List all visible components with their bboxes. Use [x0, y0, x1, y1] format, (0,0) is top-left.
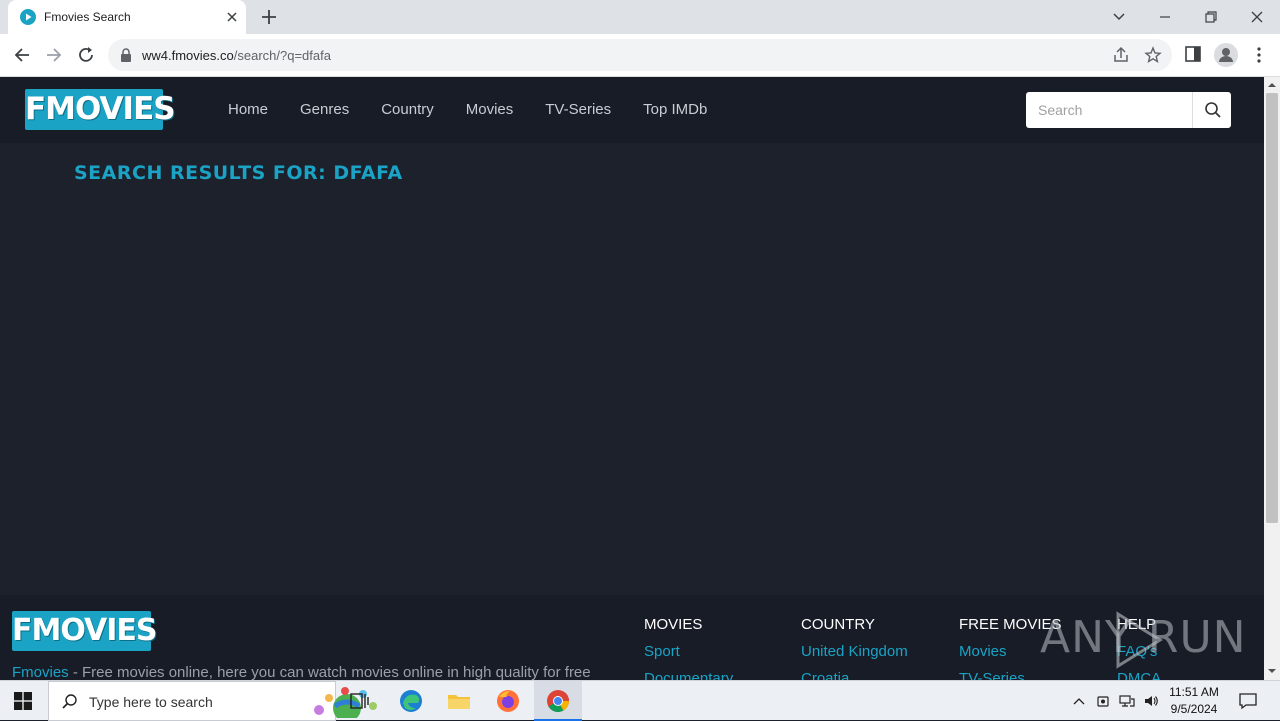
site-logo[interactable]: FMOVIES: [25, 89, 176, 130]
url-host: ww4.fmovies.co: [142, 48, 234, 63]
search-icon: [1205, 102, 1221, 118]
scroll-up-icon[interactable]: [1268, 81, 1276, 89]
notification-icon[interactable]: [1238, 691, 1258, 711]
footer-description: Fmovies - Free movies online, here you c…: [12, 664, 591, 680]
footer-link-croatia[interactable]: Croatia: [801, 670, 908, 680]
windows-start-icon[interactable]: [14, 692, 32, 710]
bookmark-star-icon[interactable]: [1144, 46, 1162, 64]
footer-link-sport[interactable]: Sport: [644, 643, 733, 660]
footer-link-documentary[interactable]: Documentary: [644, 670, 733, 680]
watermark-play-icon: [1116, 611, 1163, 669]
fmovies-favicon-icon: [20, 9, 36, 25]
task-view-icon[interactable]: [347, 689, 373, 713]
minimize-icon[interactable]: [1154, 6, 1176, 28]
nav-genres[interactable]: Genres: [300, 101, 349, 118]
footer-col-heading: COUNTRY: [801, 616, 875, 633]
meet-now-icon[interactable]: [1095, 693, 1111, 709]
web-page: FMOVIES Home Genres Country Movies TV-Se…: [0, 77, 1264, 680]
edge-browser-icon[interactable]: [398, 689, 424, 713]
footer-link-dmca[interactable]: DMCA: [1117, 670, 1161, 680]
footer-logo[interactable]: FMOVIES: [12, 611, 158, 651]
taskbar-search[interactable]: Type here to search: [48, 681, 377, 721]
search-icon: [62, 694, 77, 709]
more-menu-icon[interactable]: [1250, 45, 1268, 65]
browser-toolbar: ww4.fmovies.co/search/?q=dfafa: [0, 34, 1280, 77]
network-icon[interactable]: [1119, 693, 1135, 709]
footer-link-tv-series[interactable]: TV-Series: [959, 670, 1062, 680]
footer-brand-link[interactable]: Fmovies: [12, 664, 69, 680]
search-results-title: SEARCH RESULTS FOR: DFAFA: [74, 162, 403, 184]
reload-icon[interactable]: [76, 45, 96, 65]
clock-date: 9/5/2024: [1170, 702, 1218, 716]
forward-arrow-icon[interactable]: [44, 45, 64, 65]
search-button[interactable]: [1192, 92, 1231, 128]
person-icon: [1219, 48, 1233, 62]
search-input[interactable]: [1026, 92, 1192, 128]
profile-avatar[interactable]: [1214, 43, 1238, 67]
taskbar-clock[interactable]: 11:51 AM 9/5/2024: [1160, 684, 1228, 718]
footer-link-united-kingdom[interactable]: United Kingdom: [801, 643, 908, 660]
tab-close-icon[interactable]: [224, 9, 240, 25]
lock-icon[interactable]: [120, 48, 132, 62]
window-close-icon[interactable]: [1246, 6, 1268, 28]
nav-home[interactable]: Home: [228, 101, 268, 118]
url-path: /search/?q=dfafa: [233, 48, 331, 63]
scroll-thumb[interactable]: [1266, 93, 1278, 523]
file-explorer-icon[interactable]: [446, 689, 472, 713]
chrome-icon: [547, 690, 569, 712]
volume-icon[interactable]: [1143, 693, 1159, 709]
clock-time: 11:51 AM: [1169, 685, 1219, 699]
page-scrollbar[interactable]: [1264, 77, 1280, 680]
side-panel-icon[interactable]: [1184, 45, 1202, 63]
footer-description-text: - Free movies online, here you can watch…: [68, 664, 591, 680]
firefox-icon[interactable]: [495, 689, 521, 713]
taskbar-search-text: Type here to search: [89, 694, 213, 710]
site-search: [1026, 92, 1231, 128]
chrome-taskbar-button[interactable]: [534, 681, 582, 721]
url-text[interactable]: ww4.fmovies.co/search/?q=dfafa: [142, 48, 331, 63]
nav-movies[interactable]: Movies: [466, 101, 514, 118]
nav-tv-series[interactable]: TV-Series: [545, 101, 611, 118]
tab-strip: Fmovies Search: [0, 0, 1280, 34]
tray-overflow-chevron-icon[interactable]: [1071, 693, 1087, 709]
footer-col-heading: MOVIES: [644, 616, 703, 633]
nav-country[interactable]: Country: [381, 101, 434, 118]
main-nav: Home Genres Country Movies TV-Series Top…: [228, 101, 739, 118]
site-header: FMOVIES Home Genres Country Movies TV-Se…: [0, 77, 1264, 143]
chevron-down-icon[interactable]: [1108, 6, 1130, 28]
footer-col-country: COUNTRY United Kingdom Croatia: [801, 616, 908, 680]
restore-icon[interactable]: [1200, 6, 1222, 28]
scroll-down-icon[interactable]: [1268, 667, 1276, 675]
browser-tab[interactable]: Fmovies Search: [8, 0, 246, 34]
back-arrow-icon[interactable]: [12, 45, 32, 65]
windows-taskbar: Type here to search 11:51 AM 9/5/2024: [0, 680, 1280, 721]
new-tab-icon[interactable]: [260, 8, 278, 26]
share-icon[interactable]: [1112, 46, 1130, 64]
address-bar[interactable]: ww4.fmovies.co/search/?q=dfafa: [108, 39, 1172, 71]
tab-title: Fmovies Search: [44, 10, 131, 24]
footer-col-movies: MOVIES Sport Documentary: [644, 616, 733, 680]
nav-top-imdb[interactable]: Top IMDb: [643, 101, 707, 118]
